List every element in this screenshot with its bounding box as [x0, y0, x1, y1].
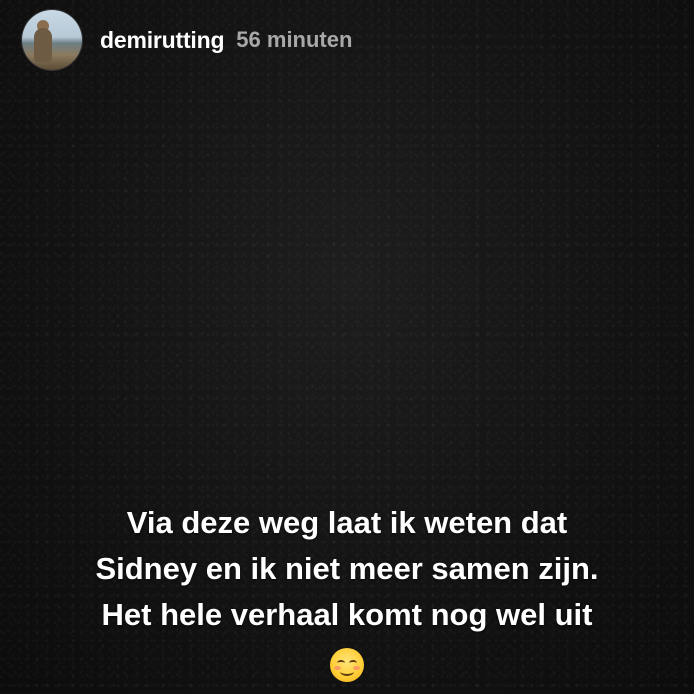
avatar[interactable]	[22, 10, 82, 70]
avatar-figure-shape	[34, 28, 52, 62]
emoji-mouth	[340, 667, 354, 676]
emoji-eye	[337, 659, 345, 666]
story-view[interactable]: demirutting 56 minuten Via deze weg laat…	[0, 0, 694, 694]
smiling-face-emoji-icon	[330, 647, 364, 682]
caption-line: Sidney en ik niet meer samen zijn.	[95, 551, 599, 586]
caption-line: Via deze weg laat ik weten dat	[126, 505, 568, 540]
emoji-cheek	[353, 665, 360, 670]
caption-line: Het hele verhaal komt nog wel uit	[101, 597, 593, 632]
story-header: demirutting 56 minuten	[22, 10, 352, 70]
username[interactable]: demirutting	[100, 27, 224, 54]
emoji-eye	[349, 659, 357, 666]
timestamp: 56 minuten	[236, 27, 353, 52]
story-caption: Via deze weg laat ik weten dat Sidney en…	[0, 500, 694, 684]
